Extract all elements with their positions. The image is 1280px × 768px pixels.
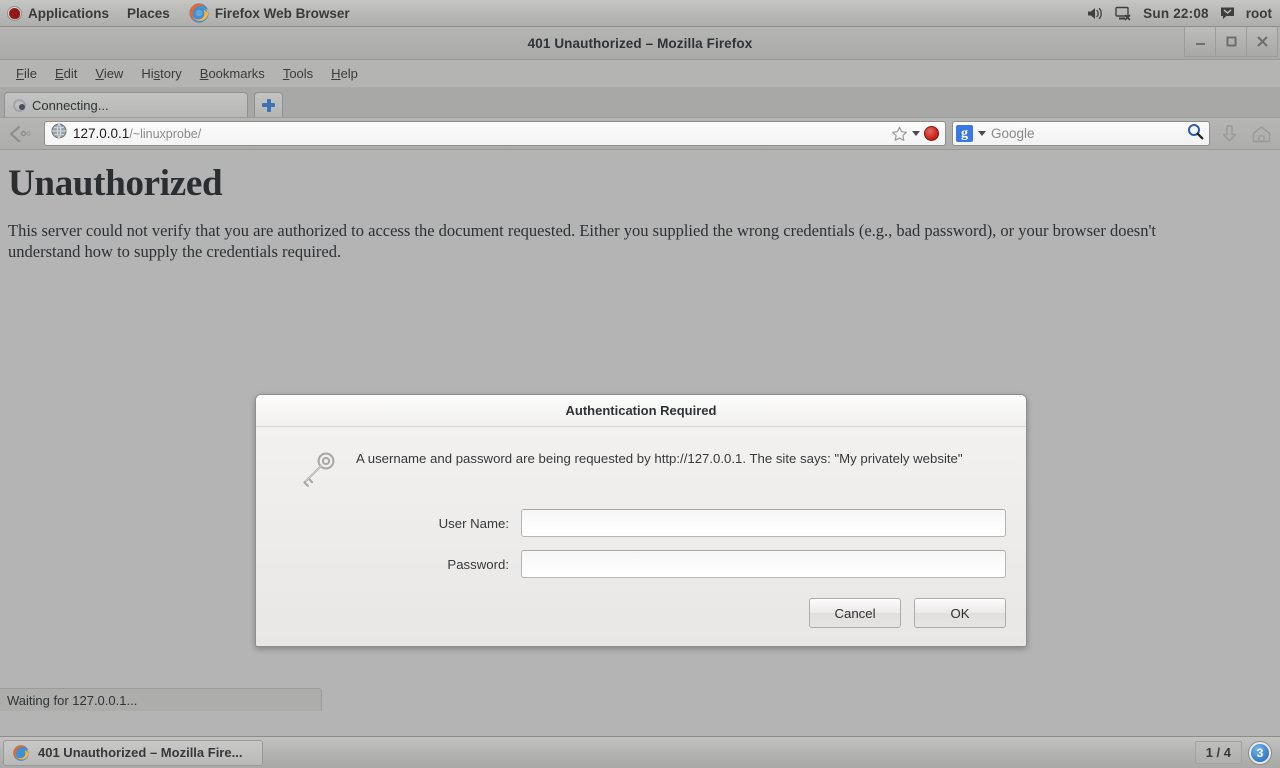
globe-icon <box>51 123 67 144</box>
status-popup: Waiting for 127.0.0.1... <box>0 688 322 711</box>
window-title: 401 Unauthorized – Mozilla Firefox <box>527 35 753 51</box>
firefox-window: 401 Unauthorized – Mozilla Firefox File … <box>0 27 1280 736</box>
window-controls <box>1184 27 1278 57</box>
ok-button[interactable]: OK <box>914 598 1006 628</box>
gnome-foot-icon <box>7 5 22 21</box>
search-input[interactable]: Google <box>991 126 1182 141</box>
url-bar[interactable]: 127.0.0.1/~linuxprobe/ <box>44 121 946 146</box>
taskbar: 401 Unauthorized – Mozilla Fire... 1 / 4… <box>0 736 1280 768</box>
clock[interactable]: Sun 22:08 <box>1143 6 1209 21</box>
auth-dialog-buttons: Cancel OK <box>256 578 1026 646</box>
google-g-icon[interactable]: g <box>956 125 973 142</box>
speaker-icon[interactable] <box>1087 6 1104 21</box>
back-forward-icon[interactable] <box>6 122 38 146</box>
auth-message-row: A username and password are being reques… <box>276 441 1006 496</box>
home-button[interactable] <box>1248 121 1274 147</box>
auth-dialog-titlebar: Authentication Required <box>256 395 1026 427</box>
window-titlebar: 401 Unauthorized – Mozilla Firefox <box>0 27 1280 60</box>
url-text: 127.0.0.1/~linuxprobe/ <box>73 126 885 141</box>
loading-spinner-icon <box>13 98 26 112</box>
close-button[interactable] <box>1246 27 1278 57</box>
auth-dialog-body: A username and password are being reques… <box>256 427 1026 578</box>
window-menu-firefox[interactable]: Firefox Web Browser <box>179 0 359 26</box>
cancel-button[interactable]: Cancel <box>809 598 901 628</box>
menu-history[interactable]: History <box>132 63 190 84</box>
plus-icon <box>262 98 275 112</box>
applications-menu-label: Applications <box>28 5 110 21</box>
message-icon[interactable] <box>1220 6 1235 20</box>
page-paragraph: This server could not verify that you ar… <box>8 221 1156 261</box>
taskbar-item-label: 401 Unauthorized – Mozilla Fire... <box>38 745 243 760</box>
minimize-button[interactable] <box>1184 27 1215 57</box>
menu-file[interactable]: File <box>7 63 46 84</box>
username-label[interactable]: root <box>1246 6 1272 21</box>
firefox-icon <box>188 2 210 24</box>
window-menu-label: Firefox Web Browser <box>214 5 350 21</box>
password-input[interactable] <box>521 550 1006 578</box>
panel-right-group: Sun 22:08 root <box>1087 0 1280 26</box>
menu-tools[interactable]: Tools <box>274 63 322 84</box>
password-label: Password: <box>447 556 509 572</box>
menu-view[interactable]: View <box>86 63 132 84</box>
auth-dialog-message: A username and password are being reques… <box>356 451 963 466</box>
tabbar: Connecting... <box>0 88 1280 118</box>
page-title: Unauthorized <box>8 163 223 204</box>
chevron-down-icon[interactable] <box>912 131 920 136</box>
taskbar-right-group: 1 / 4 3 <box>1194 741 1277 764</box>
applications-menu[interactable]: Applications <box>0 0 118 26</box>
page-content: Unauthorized This server could not verif… <box>0 150 1280 711</box>
url-path: /~linuxprobe/ <box>129 127 202 141</box>
new-tab-button[interactable] <box>254 92 283 117</box>
search-bar[interactable]: g Google <box>952 121 1210 146</box>
menubar: File Edit View History Bookmarks Tools H… <box>0 60 1280 88</box>
magnifier-icon[interactable] <box>1187 123 1204 145</box>
navigation-toolbar: 127.0.0.1/~linuxprobe/ g Google <box>0 118 1280 150</box>
status-text: Waiting for 127.0.0.1... <box>7 692 138 708</box>
search-engine-chevron-down-icon[interactable] <box>978 131 986 136</box>
maximize-button[interactable] <box>1215 27 1246 57</box>
authentication-dialog: Authentication Required A username and p… <box>255 394 1027 647</box>
menu-bookmarks[interactable]: Bookmarks <box>191 63 274 84</box>
password-row: Password: <box>276 550 1006 578</box>
network-disconnected-icon[interactable] <box>1115 6 1132 21</box>
star-icon[interactable] <box>891 126 908 142</box>
notification-badge[interactable]: 3 <box>1249 741 1271 764</box>
auth-dialog-title: Authentication Required <box>565 403 717 418</box>
stop-icon[interactable] <box>924 126 939 141</box>
taskbar-item-firefox[interactable]: 401 Unauthorized – Mozilla Fire... <box>3 739 263 766</box>
workspace-switcher[interactable]: 1 / 4 <box>1194 741 1242 764</box>
places-menu-label: Places <box>127 5 170 21</box>
menu-help[interactable]: Help <box>322 63 367 84</box>
firefox-icon <box>12 744 30 762</box>
key-icon <box>296 449 338 496</box>
places-menu[interactable]: Places <box>118 0 179 26</box>
tab-label: Connecting... <box>32 97 109 113</box>
url-host: 127.0.0.1 <box>73 126 130 141</box>
url-bar-actions <box>891 126 941 142</box>
tab-connecting[interactable]: Connecting... <box>4 92 248 117</box>
panel-left-group: Applications Places Firefox Web Browser <box>0 0 359 26</box>
gnome-top-panel: Applications Places Firefox Web Browser <box>0 0 1280 27</box>
downloads-button[interactable] <box>1216 121 1242 147</box>
username-label: User Name: <box>438 515 509 531</box>
menu-edit[interactable]: Edit <box>46 63 86 84</box>
username-row: User Name: <box>276 509 1006 537</box>
username-input[interactable] <box>521 509 1006 537</box>
